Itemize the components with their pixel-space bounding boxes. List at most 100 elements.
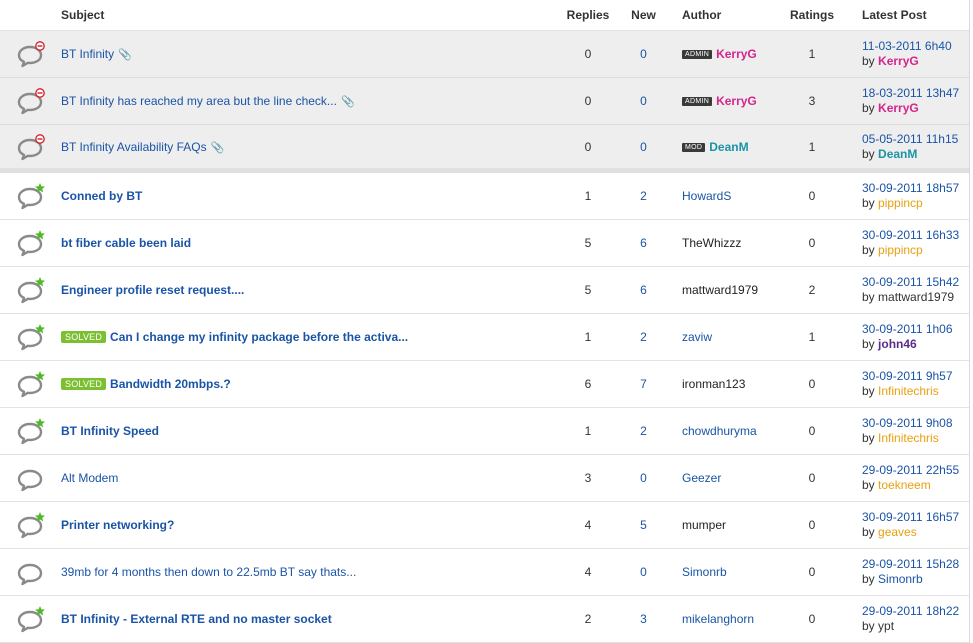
latest-post-author-link[interactable]: Infinitechris <box>878 431 939 445</box>
latest-post-date-link[interactable]: 30-09-2011 16h57 <box>862 510 969 525</box>
latest-post-date-link[interactable]: 30-09-2011 16h33 <box>862 228 969 243</box>
speech-bubble-new-icon <box>16 417 46 445</box>
author-link[interactable]: ironman123 <box>682 377 745 391</box>
speech-bubble-locked-icon <box>16 40 46 68</box>
by-label: by <box>862 431 875 445</box>
latest-post-date-link[interactable]: 30-09-2011 9h57 <box>862 369 969 384</box>
thread-subject-link[interactable]: bt fiber cable been laid <box>61 236 191 250</box>
latest-post-by: by pippincp <box>862 243 969 258</box>
speech-bubble-new-icon <box>16 229 46 257</box>
latest-post-date-link[interactable]: 30-09-2011 9h08 <box>862 416 969 431</box>
thread-status <box>0 173 61 219</box>
latest-post-date-link[interactable]: 29-09-2011 15h28 <box>862 557 969 572</box>
ratings-count: 1 <box>808 330 816 344</box>
new-count-link[interactable]: 0 <box>621 140 666 154</box>
latest-post-author-link[interactable]: Simonrb <box>878 572 923 586</box>
thread-subject-link[interactable]: BT Infinity has reached my area but the … <box>61 94 337 108</box>
header-subject[interactable]: Subject <box>61 8 555 22</box>
latest-post-author-link[interactable]: KerryG <box>878 101 919 115</box>
by-label: by <box>862 619 875 633</box>
thread-subject-link[interactable]: BT Infinity <box>61 47 114 61</box>
thread-status <box>0 267 61 313</box>
latest-post-date-link[interactable]: 29-09-2011 18h22 <box>862 604 969 619</box>
author-link[interactable]: mattward1979 <box>682 283 758 297</box>
paperclip-icon: 📎 <box>118 49 132 61</box>
latest-post-author-link[interactable]: geaves <box>878 525 917 539</box>
author-link[interactable]: zaviw <box>682 330 712 344</box>
header-author[interactable]: Author <box>666 8 774 22</box>
thread-subject-link[interactable]: BT Infinity Speed <box>61 424 159 438</box>
latest-post-date-link[interactable]: 29-09-2011 22h55 <box>862 463 969 478</box>
thread-subject-link[interactable]: Bandwidth 20mbps.? <box>110 377 231 391</box>
author-link[interactable]: Simonrb <box>682 565 727 579</box>
thread-status <box>0 549 61 595</box>
speech-bubble-new-icon <box>16 182 46 210</box>
thread-subject-link[interactable]: Alt Modem <box>61 471 118 485</box>
author-link[interactable]: chowdhuryma <box>682 424 757 438</box>
thread-subject-cell: Alt Modem <box>61 471 555 485</box>
ratings-count: 0 <box>808 565 816 579</box>
header-new[interactable]: New <box>621 8 666 22</box>
latest-post-by: by geaves <box>862 525 969 540</box>
latest-post-date-link[interactable]: 30-09-2011 15h42 <box>862 275 969 290</box>
new-count-link[interactable]: 5 <box>621 518 666 532</box>
thread-subject-link[interactable]: Conned by BT <box>61 189 142 203</box>
latest-post-by: by Infinitechris <box>862 384 969 399</box>
ratings-count: 0 <box>808 612 816 626</box>
author-role-badge: ADMIN <box>682 97 713 106</box>
new-count-link[interactable]: 0 <box>621 94 666 108</box>
new-count-link[interactable]: 0 <box>621 471 666 485</box>
ratings-count: 1 <box>808 139 816 154</box>
header-ratings[interactable]: Ratings <box>774 8 850 22</box>
new-count-link[interactable]: 7 <box>621 377 666 391</box>
by-label: by <box>862 146 875 161</box>
latest-post-date-link[interactable]: 11-03-2011 6h40 <box>862 39 969 54</box>
thread-subject-link[interactable]: BT Infinity - External RTE and no master… <box>61 612 332 626</box>
author-role-badge: MOD <box>682 142 706 152</box>
header-replies[interactable]: Replies <box>555 8 621 22</box>
thread-subject-link[interactable]: 39mb for 4 months then down to 22.5mb BT… <box>61 565 356 579</box>
replies-count: 1 <box>584 424 592 438</box>
latest-post-author-link[interactable]: john46 <box>878 337 917 351</box>
latest-post-author-link[interactable]: KerryG <box>878 54 919 68</box>
latest-post-date-link[interactable]: 05-05-2011 11h15 <box>862 132 969 147</box>
thread-subject-link[interactable]: Printer networking? <box>61 518 174 532</box>
speech-bubble-new-icon <box>16 276 46 304</box>
author-link[interactable]: DeanM <box>709 140 748 154</box>
new-count-link[interactable]: 2 <box>621 330 666 344</box>
thread-subject-link[interactable]: Can I change my infinity package before … <box>110 330 408 344</box>
latest-post-date-link[interactable]: 18-03-2011 13h47 <box>862 86 969 101</box>
author-link[interactable]: Geezer <box>682 471 721 485</box>
thread-subject-link[interactable]: BT Infinity Availability FAQs <box>61 140 207 154</box>
latest-post-cell: 18-03-2011 13h47 by KerryG <box>850 86 969 116</box>
latest-post-cell: 30-09-2011 15h42 by mattward1979 <box>850 275 969 305</box>
new-count-link[interactable]: 6 <box>621 283 666 297</box>
speech-bubble-new-icon <box>16 370 46 398</box>
latest-post-author-link[interactable]: ypt <box>878 619 894 633</box>
new-count-link[interactable]: 0 <box>621 565 666 579</box>
new-count-link[interactable]: 6 <box>621 236 666 250</box>
new-count-link[interactable]: 0 <box>621 47 666 61</box>
latest-post-author-link[interactable]: mattward1979 <box>878 290 954 304</box>
author-cell: chowdhuryma <box>666 424 774 438</box>
thread-subject-link[interactable]: Engineer profile reset request.... <box>61 283 244 297</box>
thread-subject-cell: BT Infinity - External RTE and no master… <box>61 612 555 626</box>
latest-post-author-link[interactable]: pippincp <box>878 243 923 257</box>
latest-post-date-link[interactable]: 30-09-2011 1h06 <box>862 322 969 337</box>
author-link[interactable]: mumper <box>682 518 726 532</box>
author-link[interactable]: KerryG <box>716 47 757 61</box>
header-latest-post[interactable]: Latest Post <box>850 8 969 22</box>
latest-post-author-link[interactable]: Infinitechris <box>878 384 939 398</box>
new-count-link[interactable]: 2 <box>621 424 666 438</box>
latest-post-author-link[interactable]: DeanM <box>878 147 917 161</box>
author-link[interactable]: TheWhizzz <box>682 236 741 250</box>
latest-post-author-link[interactable]: pippincp <box>878 196 923 210</box>
latest-post-author-link[interactable]: toekneem <box>878 478 931 492</box>
new-count-link[interactable]: 2 <box>621 189 666 203</box>
author-link[interactable]: HowardS <box>682 189 731 203</box>
thread-subject-cell: Engineer profile reset request.... <box>61 283 555 297</box>
author-link[interactable]: mikelanghorn <box>682 612 754 626</box>
latest-post-date-link[interactable]: 30-09-2011 18h57 <box>862 181 969 196</box>
author-link[interactable]: KerryG <box>716 94 757 108</box>
new-count-link[interactable]: 3 <box>621 612 666 626</box>
